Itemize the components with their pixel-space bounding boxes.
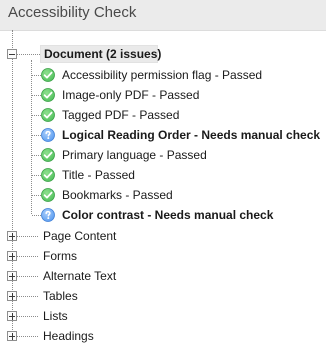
check-item-label[interactable]: Accessibility permission flag - Passed xyxy=(62,68,262,82)
child-connector-line xyxy=(32,75,41,76)
check-icon xyxy=(41,188,55,202)
expand-toggle-icon[interactable] xyxy=(7,331,17,341)
tree-category-label[interactable]: Page Content xyxy=(43,229,116,243)
check-item-label[interactable]: Bookmarks - Passed xyxy=(62,188,173,202)
check-icon xyxy=(41,108,55,122)
category-connector-line xyxy=(17,296,38,297)
check-icon xyxy=(41,148,55,162)
category-connector-line xyxy=(17,276,38,277)
check-item-label[interactable]: Image-only PDF - Passed xyxy=(62,88,199,102)
check-icon xyxy=(41,68,55,82)
check-item-label[interactable]: Tagged PDF - Passed xyxy=(62,108,179,122)
children-vertical-line xyxy=(31,60,32,214)
child-connector-line xyxy=(32,135,41,136)
panel-title: Accessibility Check xyxy=(8,4,137,21)
tree-category-label[interactable]: Headings xyxy=(43,329,94,343)
accessibility-check-panel: Accessibility Check Document (2 issues) … xyxy=(0,0,326,346)
child-connector-line xyxy=(32,155,41,156)
category-connector-line xyxy=(17,256,38,257)
expand-collapse-toggle[interactable] xyxy=(7,49,17,59)
root-horizontal-line xyxy=(17,54,40,55)
child-connector-line xyxy=(32,115,41,116)
category-connector-line xyxy=(17,316,38,317)
tree-category-label[interactable]: Lists xyxy=(43,309,68,323)
check-icon xyxy=(41,88,55,102)
accessibility-tree: Document (2 issues) Accessibility permis… xyxy=(0,30,326,346)
category-connector-line xyxy=(17,236,38,237)
tree-root-document[interactable]: Document (2 issues) xyxy=(44,47,161,61)
expand-toggle-icon[interactable] xyxy=(7,311,17,321)
expand-toggle-icon[interactable] xyxy=(7,271,17,281)
check-item-label[interactable]: Logical Reading Order - Needs manual che… xyxy=(62,128,320,142)
question-icon xyxy=(41,208,55,222)
tree-category-label[interactable]: Alternate Text xyxy=(43,269,116,283)
child-connector-line xyxy=(32,175,41,176)
check-item-label[interactable]: Title - Passed xyxy=(62,168,135,182)
child-connector-line xyxy=(32,195,41,196)
question-icon xyxy=(41,128,55,142)
check-item-label[interactable]: Primary language - Passed xyxy=(62,148,207,162)
expand-toggle-icon[interactable] xyxy=(7,291,17,301)
tree-category-label[interactable]: Tables xyxy=(43,289,78,303)
panel-header: Accessibility Check xyxy=(0,0,326,31)
check-icon xyxy=(41,168,55,182)
expand-toggle-icon[interactable] xyxy=(7,251,17,261)
child-connector-line xyxy=(32,95,41,96)
category-connector-line xyxy=(17,336,38,337)
check-item-label[interactable]: Color contrast - Needs manual check xyxy=(62,208,273,222)
child-connector-line xyxy=(32,215,41,216)
expand-toggle-icon[interactable] xyxy=(7,231,17,241)
tree-category-label[interactable]: Forms xyxy=(43,249,77,263)
